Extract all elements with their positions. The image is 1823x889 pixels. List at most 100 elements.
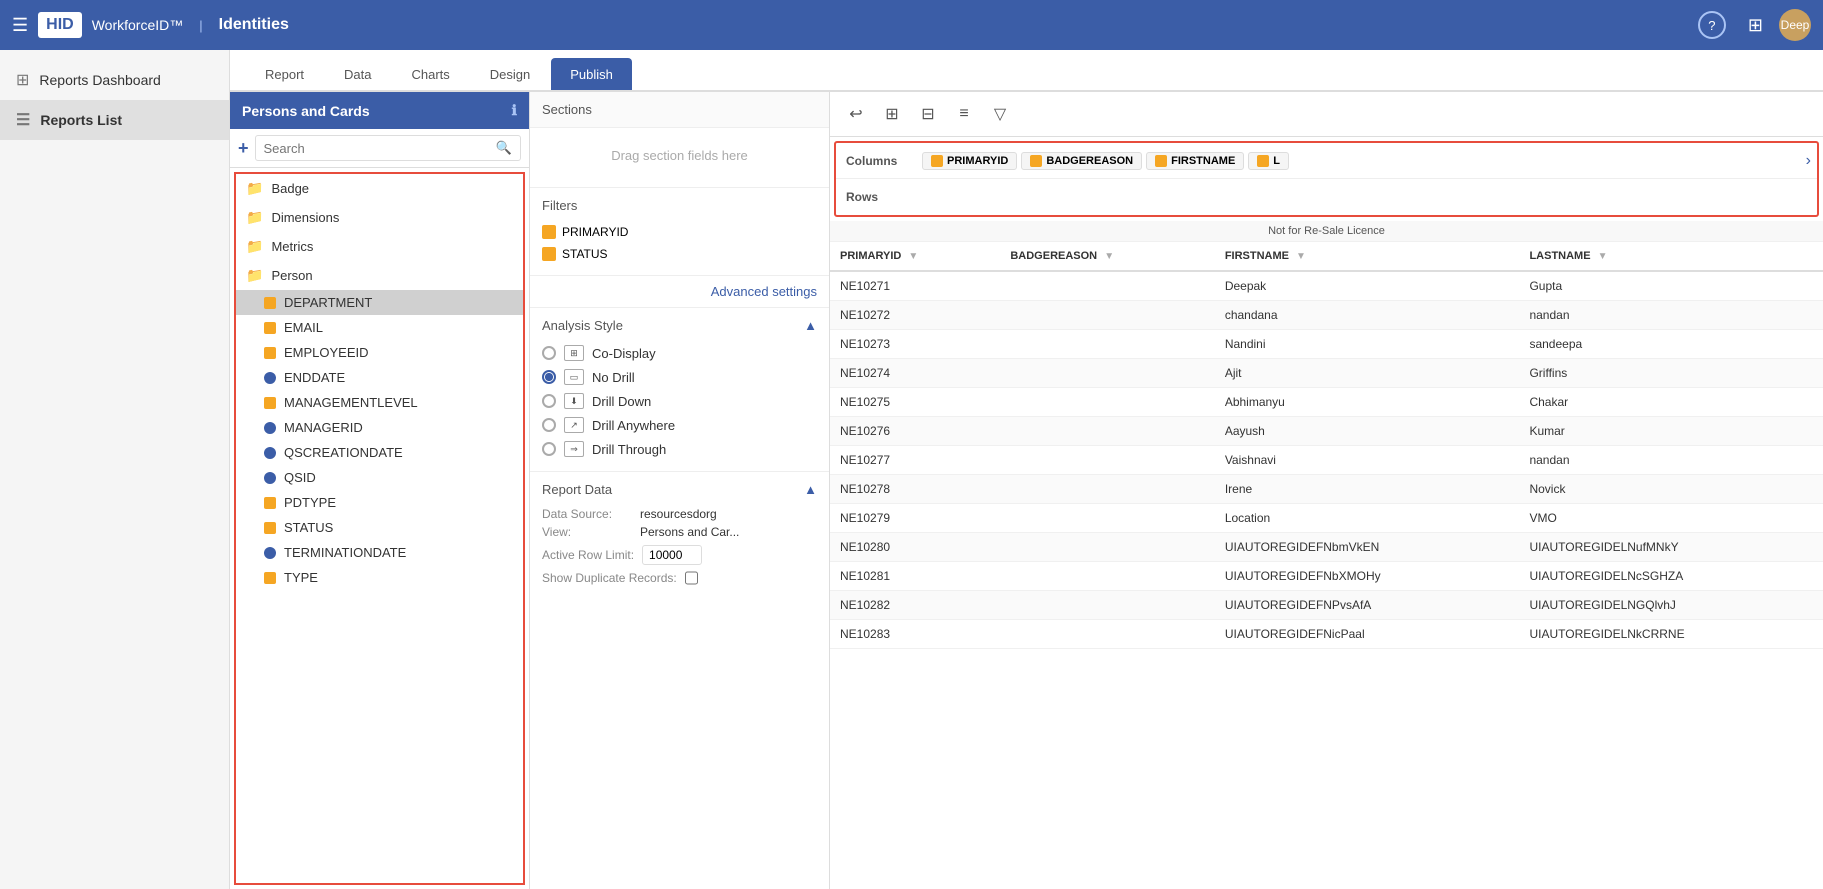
codisplay-icon: ⊞ [564, 345, 584, 361]
tab-publish[interactable]: Publish [551, 58, 632, 90]
list-view-button[interactable]: ≡ [950, 100, 978, 128]
active-row-limit-row: Active Row Limit: [542, 541, 817, 569]
columns-more-icon[interactable]: › [1800, 152, 1817, 170]
tab-data[interactable]: Data [325, 58, 390, 90]
field-pdtype[interactable]: PDTYPE [236, 490, 523, 515]
search-input[interactable] [264, 141, 496, 156]
cell-primaryid: NE10277 [830, 446, 1000, 475]
field-status[interactable]: STATUS [236, 515, 523, 540]
analysis-option-nodrill[interactable]: ▭ No Drill [542, 365, 817, 389]
data-table-container[interactable]: Not for Re-Sale Licence PRIMARYID ▼ BADG… [830, 221, 1823, 889]
tab-charts[interactable]: Charts [393, 58, 469, 90]
table-row[interactable]: NE10279 Location VMO [830, 504, 1823, 533]
active-row-limit-input[interactable] [642, 545, 702, 565]
radio-nodrill[interactable] [542, 370, 556, 384]
hamburger-icon[interactable]: ☰ [12, 15, 28, 36]
table-row[interactable]: NE10281 UIAUTOREGIDEFNbXMOHy UIAUTOREGID… [830, 562, 1823, 591]
add-field-button[interactable]: + [238, 138, 249, 159]
yellow-field-icon [264, 397, 276, 409]
help-icon[interactable]: ? [1698, 11, 1726, 39]
chip-icon [931, 155, 943, 167]
rows-chips[interactable] [916, 193, 1817, 201]
field-enddate[interactable]: ENDDATE [236, 365, 523, 390]
table-row[interactable]: NE10277 Vaishnavi nandan [830, 446, 1823, 475]
column-chip-primaryid[interactable]: PRIMARYID [922, 152, 1017, 170]
view-row: View: Persons and Car... [542, 523, 817, 541]
field-managementlevel[interactable]: MANAGEMENTLEVEL [236, 390, 523, 415]
group-person[interactable]: 📁 Person [236, 261, 523, 290]
table-row[interactable]: NE10271 Deepak Gupta [830, 271, 1823, 301]
view-label: View: [542, 525, 632, 539]
analysis-collapse-icon[interactable]: ▲ [804, 318, 817, 333]
field-qscreationdate[interactable]: QSCREATIONDATE [236, 440, 523, 465]
analysis-option-drillthrough[interactable]: ⇒ Drill Through [542, 437, 817, 461]
col-header-lastname[interactable]: LASTNAME ▼ [1519, 242, 1823, 272]
cell-primaryid: NE10278 [830, 475, 1000, 504]
left-panel: Persons and Cards ℹ + 🔍 📁 Badge [230, 92, 530, 889]
field-label-pdtype: PDTYPE [284, 495, 336, 510]
table-row[interactable]: NE10280 UIAUTOREGIDEFNbmVkEN UIAUTOREGID… [830, 533, 1823, 562]
col-header-firstname[interactable]: FIRSTNAME ▼ [1215, 242, 1520, 272]
table-row[interactable]: NE10283 UIAUTOREGIDEFNicPaal UIAUTOREGID… [830, 620, 1823, 649]
table-view-button[interactable]: ⊞ [878, 100, 906, 128]
show-duplicate-checkbox[interactable] [685, 571, 698, 585]
field-terminationdate[interactable]: TERMINATIONDATE [236, 540, 523, 565]
col-header-primaryid[interactable]: PRIMARYID ▼ [830, 242, 1000, 272]
filter-chip-status[interactable]: STATUS [542, 243, 817, 265]
sidebar-item-reports-list[interactable]: ☰ Reports List [0, 100, 229, 140]
sidebar-item-reports-dashboard[interactable]: ⊞ Reports Dashboard [0, 60, 229, 100]
cell-badgereason [1000, 271, 1214, 301]
table-row[interactable]: NE10275 Abhimanyu Chakar [830, 388, 1823, 417]
field-managerid[interactable]: MANAGERID [236, 415, 523, 440]
report-data-header: Report Data ▲ [542, 482, 817, 497]
avatar[interactable]: Deep [1779, 9, 1811, 41]
cell-lastname: Chakar [1519, 388, 1823, 417]
field-employeeid[interactable]: EMPLOYEEID [236, 340, 523, 365]
blue-field-icon [264, 447, 276, 459]
columns-button[interactable]: ⊟ [914, 100, 942, 128]
filter-chip-primaryid[interactable]: PRIMARYID [542, 221, 817, 243]
field-qsid[interactable]: QSID [236, 465, 523, 490]
filter-button[interactable]: ▽ [986, 100, 1014, 128]
analysis-option-drillanywhere[interactable]: ↗ Drill Anywhere [542, 413, 817, 437]
group-metrics[interactable]: 📁 Metrics [236, 232, 523, 261]
tab-design[interactable]: Design [471, 58, 549, 90]
group-badge[interactable]: 📁 Badge [236, 174, 523, 203]
yellow-field-icon [264, 347, 276, 359]
col-header-badgereason[interactable]: BADGEREASON ▼ [1000, 242, 1214, 272]
table-row[interactable]: NE10274 Ajit Griffins [830, 359, 1823, 388]
field-label-department: DEPARTMENT [284, 295, 372, 310]
tab-report[interactable]: Report [246, 58, 323, 90]
field-email[interactable]: EMAIL [236, 315, 523, 340]
radio-drilldown[interactable] [542, 394, 556, 408]
table-row[interactable]: NE10276 Aayush Kumar [830, 417, 1823, 446]
grid-icon[interactable]: ⊞ [1748, 15, 1763, 36]
table-row[interactable]: NE10273 Nandini sandeepa [830, 330, 1823, 359]
filter-section: Filters PRIMARYID STATUS [530, 188, 829, 276]
advanced-settings-link[interactable]: Advanced settings [530, 276, 829, 308]
column-chip-firstname[interactable]: FIRSTNAME [1146, 152, 1244, 170]
panel-info-icon[interactable]: ℹ [512, 102, 517, 119]
group-dimensions[interactable]: 📁 Dimensions [236, 203, 523, 232]
drag-area[interactable]: Drag section fields here [530, 128, 829, 188]
table-row[interactable]: NE10278 Irene Novick [830, 475, 1823, 504]
analysis-option-codisplay[interactable]: ⊞ Co-Display [542, 341, 817, 365]
cell-firstname: Ajit [1215, 359, 1520, 388]
column-chip-badgereason[interactable]: BADGEREASON [1021, 152, 1142, 170]
analysis-style-label: Analysis Style [542, 318, 623, 333]
column-chip-more[interactable]: L [1248, 152, 1289, 170]
report-data-collapse-icon[interactable]: ▲ [804, 482, 817, 497]
blue-field-icon [264, 472, 276, 484]
table-row[interactable]: NE10272 chandana nandan [830, 301, 1823, 330]
radio-drillthrough[interactable] [542, 442, 556, 456]
radio-codisplay[interactable] [542, 346, 556, 360]
analysis-option-drilldown[interactable]: ⬇ Drill Down [542, 389, 817, 413]
radio-drillanywhere[interactable] [542, 418, 556, 432]
analysis-section: Analysis Style ▲ ⊞ Co-Display ▭ No Drill [530, 308, 829, 472]
field-type[interactable]: TYPE [236, 565, 523, 590]
sidebar-label-list: Reports List [40, 112, 122, 128]
table-row[interactable]: NE10282 UIAUTOREGIDEFNPvsAfA UIAUTOREGID… [830, 591, 1823, 620]
field-department[interactable]: DEPARTMENT [236, 290, 523, 315]
sort-icon: ▼ [1598, 251, 1608, 262]
undo-button[interactable]: ↩ [842, 100, 870, 128]
